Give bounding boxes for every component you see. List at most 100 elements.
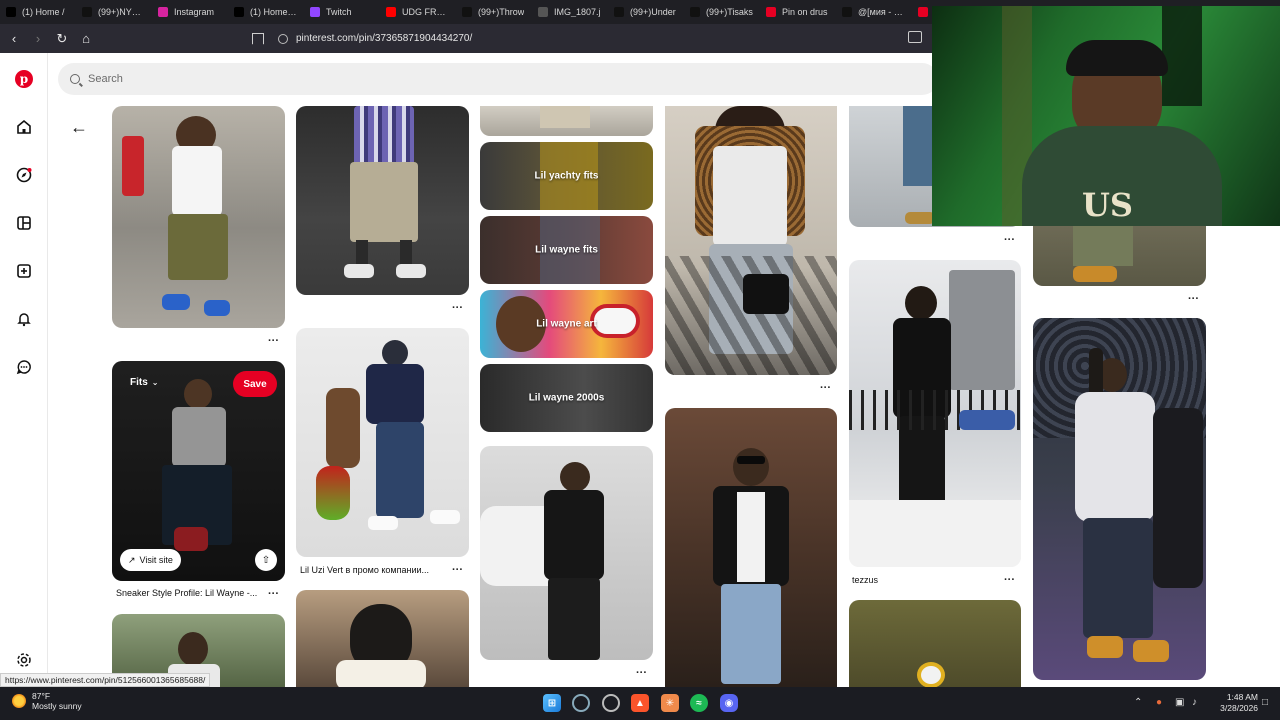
pin-caption[interactable]: Sneaker Style Profile: Lil Wayne -... <box>116 588 266 598</box>
notification-center-icon[interactable]: □ <box>1262 697 1268 708</box>
board-card[interactable]: Lil wayne fits <box>480 216 653 284</box>
browser-tab[interactable]: (99+)Under <box>608 0 684 24</box>
browser-tab[interactable]: Twitch <box>304 0 380 24</box>
pin-card[interactable] <box>296 106 469 295</box>
weather-widget[interactable]: 87°F Mostly sunny <box>12 691 82 711</box>
link-hover-status: https://www.pinterest.com/pin/5125660013… <box>0 673 211 687</box>
pin-card[interactable] <box>849 600 1021 687</box>
notifications-bell-icon[interactable] <box>14 309 34 329</box>
pin-more-options-icon[interactable]: ··· <box>636 668 647 679</box>
board-title: Lil wayne 2000s <box>528 392 605 404</box>
board-title: Lil yachty fits <box>534 170 599 182</box>
create-pin-icon[interactable] <box>14 261 34 281</box>
url-text[interactable]: pinterest.com/pin/373658719044342​70/ <box>296 33 472 44</box>
board-name: Fits <box>130 377 148 388</box>
pinterest-logo-icon[interactable]: p <box>14 69 34 89</box>
pin-more-options-icon[interactable]: ··· <box>452 303 463 314</box>
pin-card[interactable] <box>1033 318 1206 680</box>
browser-tab-label: Pin on drus <box>782 7 828 17</box>
board-card[interactable]: Lil yachty fits <box>480 142 653 210</box>
reader-view-icon[interactable] <box>908 31 922 43</box>
browser-tab[interactable]: IMG_1807.j <box>532 0 608 24</box>
pin-more-options-icon[interactable]: ··· <box>1188 294 1199 305</box>
pin-card[interactable] <box>296 590 469 687</box>
x-icon <box>6 7 16 17</box>
pin-more-options-icon[interactable]: ··· <box>1004 235 1015 246</box>
save-button[interactable]: Save <box>233 371 277 397</box>
brave-browser-icon[interactable]: ▲ <box>631 694 649 712</box>
browser-tab-label: Instagram <box>174 7 215 17</box>
show-hidden-icons-icon[interactable]: ⌃ <box>1134 697 1142 708</box>
browser-tab[interactable]: UDG FRESH <box>380 0 456 24</box>
browser-tab-label: UDG FRESH <box>402 7 450 17</box>
app-orange-icon[interactable]: ✳ <box>661 694 679 712</box>
microphone-icon[interactable]: ● <box>1156 697 1162 708</box>
pin-card[interactable] <box>849 260 1021 567</box>
home-nav-icon[interactable] <box>14 117 34 137</box>
pin-more-options-icon[interactable]: ··· <box>452 565 463 576</box>
pin-more-options-icon[interactable]: ··· <box>268 589 279 600</box>
youtube-icon <box>386 7 396 17</box>
browser-tab-label: IMG_1807.j <box>554 7 601 17</box>
pin-card[interactable] <box>480 106 653 136</box>
chrome-like-icon[interactable] <box>602 694 620 712</box>
pin-card[interactable] <box>112 106 285 328</box>
browser-tab[interactable]: (99+)NYTRS <box>76 0 152 24</box>
search-bar[interactable] <box>58 63 938 95</box>
browser-tab[interactable]: (1) Home / 2 <box>228 0 304 24</box>
browser-tab-label: Twitch <box>326 7 352 17</box>
back-nav-icon[interactable]: ‹ <box>4 29 24 49</box>
home-icon[interactable]: ⌂ <box>76 29 96 49</box>
browser-tab[interactable]: (1) Home / <box>0 0 76 24</box>
messages-icon[interactable] <box>14 357 34 377</box>
discord-icon[interactable]: ◉ <box>720 694 738 712</box>
bookmark-icon[interactable] <box>252 32 264 45</box>
pin-card[interactable] <box>665 106 837 375</box>
network-icon[interactable]: ▣ <box>1175 697 1184 708</box>
spotify-icon[interactable]: ≈ <box>690 694 708 712</box>
pin-caption[interactable]: Lil Uzi Vert в промо компании... <box>300 565 440 575</box>
visit-site-label: Visit site <box>139 555 173 565</box>
browser-tab-label: (1) Home / 2 <box>250 7 298 17</box>
x-icon <box>234 7 244 17</box>
explore-icon[interactable] <box>14 165 34 185</box>
visit-site-button[interactable]: ↗ Visit site <box>120 549 181 571</box>
board-card[interactable]: Lil wayne 2000s <box>480 364 653 432</box>
board-selector[interactable]: Fits ⌄ <box>130 377 158 388</box>
tiktok-icon <box>842 7 852 17</box>
board-card[interactable]: Lil wayne art <box>480 290 653 358</box>
windows-start-icon[interactable]: ⊞ <box>543 694 561 712</box>
pinterest-icon <box>766 7 776 17</box>
settings-gear-icon[interactable] <box>14 650 34 670</box>
external-link-icon: ↗ <box>128 554 136 565</box>
instagram-icon <box>158 7 168 17</box>
share-icon[interactable]: ⇧ <box>255 549 277 571</box>
pin-more-options-icon[interactable]: ··· <box>268 336 279 347</box>
boards-icon[interactable] <box>14 213 34 233</box>
back-arrow-icon[interactable]: ← <box>70 118 92 136</box>
tiktok-icon <box>690 7 700 17</box>
copilot-icon[interactable] <box>572 694 590 712</box>
pin-card[interactable] <box>665 408 837 687</box>
system-clock[interactable]: 1:48 AM 3/28/2026 <box>1210 692 1258 714</box>
browser-tab-label: @[мия - zzz <box>858 7 906 17</box>
pin-more-options-icon[interactable]: ··· <box>1004 575 1015 586</box>
forward-nav-icon[interactable]: › <box>28 29 48 49</box>
pin-more-options-icon[interactable]: ··· <box>820 383 831 394</box>
browser-tab[interactable]: Pin on drus <box>760 0 836 24</box>
browser-tab[interactable]: (99+)Throw <box>456 0 532 24</box>
address-bar[interactable]: pinterest.com/pin/373658719044342​70/ <box>252 28 932 49</box>
site-info-icon[interactable] <box>278 33 288 44</box>
pin-card[interactable] <box>480 446 653 660</box>
pin-card[interactable] <box>296 328 469 557</box>
browser-tab[interactable]: @[мия - zzz <box>836 0 912 24</box>
reload-icon[interactable]: ↻ <box>52 29 72 49</box>
pin-card[interactable] <box>1033 226 1206 286</box>
search-input[interactable] <box>88 73 688 85</box>
browser-tab[interactable]: Instagram <box>152 0 228 24</box>
browser-tab-label: (1) Home / <box>22 7 65 17</box>
pin-caption[interactable]: tezzus <box>852 575 972 585</box>
volume-icon[interactable]: ♪ <box>1192 697 1197 708</box>
pin-card-hovered[interactable]: Fits ⌄ Save ↗ Visit site ⇧ <box>112 361 285 581</box>
browser-tab[interactable]: (99+)Tisaks <box>684 0 760 24</box>
